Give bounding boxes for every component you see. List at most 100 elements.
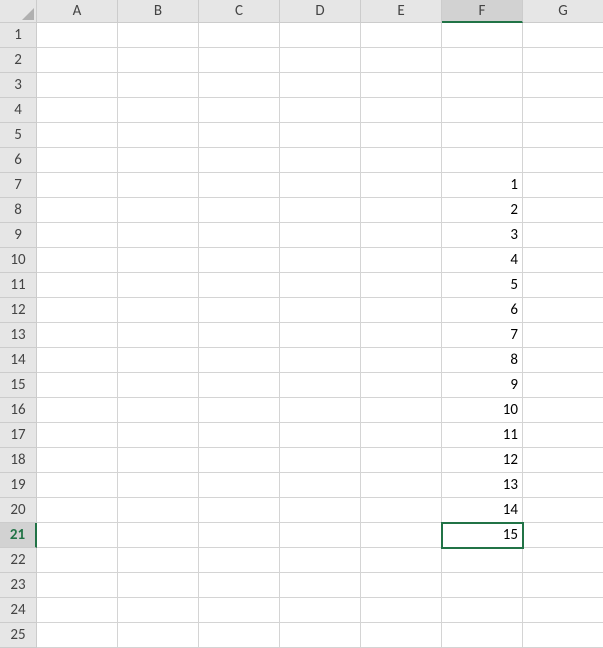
cell-B19[interactable] xyxy=(118,473,199,498)
cell-D7[interactable] xyxy=(280,173,361,198)
cell-D5[interactable] xyxy=(280,123,361,148)
cell-G17[interactable] xyxy=(523,423,603,448)
cell-E2[interactable] xyxy=(361,48,442,73)
cell-E1[interactable] xyxy=(361,23,442,48)
cell-A10[interactable] xyxy=(37,248,118,273)
row-header-17[interactable]: 17 xyxy=(0,423,37,448)
cell-B5[interactable] xyxy=(118,123,199,148)
cell-D18[interactable] xyxy=(280,448,361,473)
cell-F7[interactable]: 1 xyxy=(442,173,523,198)
cell-F25[interactable] xyxy=(442,623,523,648)
cell-D19[interactable] xyxy=(280,473,361,498)
row-header-12[interactable]: 12 xyxy=(0,298,37,323)
cell-G19[interactable] xyxy=(523,473,603,498)
cell-C25[interactable] xyxy=(199,623,280,648)
cell-B11[interactable] xyxy=(118,273,199,298)
cell-A8[interactable] xyxy=(37,198,118,223)
cell-D20[interactable] xyxy=(280,498,361,523)
cell-G7[interactable] xyxy=(523,173,603,198)
cell-A12[interactable] xyxy=(37,298,118,323)
cell-D8[interactable] xyxy=(280,198,361,223)
cell-B23[interactable] xyxy=(118,573,199,598)
row-header-14[interactable]: 14 xyxy=(0,348,37,373)
cell-C3[interactable] xyxy=(199,73,280,98)
cell-G22[interactable] xyxy=(523,548,603,573)
cell-F14[interactable]: 8 xyxy=(442,348,523,373)
cell-D24[interactable] xyxy=(280,598,361,623)
cell-F17[interactable]: 11 xyxy=(442,423,523,448)
cell-E11[interactable] xyxy=(361,273,442,298)
cell-E18[interactable] xyxy=(361,448,442,473)
cell-B12[interactable] xyxy=(118,298,199,323)
cell-G11[interactable] xyxy=(523,273,603,298)
cell-C2[interactable] xyxy=(199,48,280,73)
cell-G10[interactable] xyxy=(523,248,603,273)
column-header-A[interactable]: A xyxy=(37,0,118,23)
cell-E9[interactable] xyxy=(361,223,442,248)
row-header-6[interactable]: 6 xyxy=(0,148,37,173)
cell-F9[interactable]: 3 xyxy=(442,223,523,248)
row-header-18[interactable]: 18 xyxy=(0,448,37,473)
cell-C23[interactable] xyxy=(199,573,280,598)
row-header-15[interactable]: 15 xyxy=(0,373,37,398)
cell-D23[interactable] xyxy=(280,573,361,598)
cell-B6[interactable] xyxy=(118,148,199,173)
cell-G12[interactable] xyxy=(523,298,603,323)
cell-A4[interactable] xyxy=(37,98,118,123)
cell-A1[interactable] xyxy=(37,23,118,48)
cell-F11[interactable]: 5 xyxy=(442,273,523,298)
row-header-19[interactable]: 19 xyxy=(0,473,37,498)
cell-F24[interactable] xyxy=(442,598,523,623)
cell-C16[interactable] xyxy=(199,398,280,423)
cell-C9[interactable] xyxy=(199,223,280,248)
cell-C17[interactable] xyxy=(199,423,280,448)
row-header-16[interactable]: 16 xyxy=(0,398,37,423)
select-all-corner[interactable] xyxy=(0,0,37,23)
cell-G24[interactable] xyxy=(523,598,603,623)
cell-G5[interactable] xyxy=(523,123,603,148)
column-header-D[interactable]: D xyxy=(280,0,361,23)
cell-D21[interactable] xyxy=(280,523,361,548)
cell-A18[interactable] xyxy=(37,448,118,473)
cell-G9[interactable] xyxy=(523,223,603,248)
cell-G21[interactable] xyxy=(523,523,603,548)
cell-G18[interactable] xyxy=(523,448,603,473)
cell-A14[interactable] xyxy=(37,348,118,373)
cell-B7[interactable] xyxy=(118,173,199,198)
cell-E4[interactable] xyxy=(361,98,442,123)
cell-A19[interactable] xyxy=(37,473,118,498)
column-header-C[interactable]: C xyxy=(199,0,280,23)
cell-E10[interactable] xyxy=(361,248,442,273)
cell-E14[interactable] xyxy=(361,348,442,373)
cell-F3[interactable] xyxy=(442,73,523,98)
cell-F12[interactable]: 6 xyxy=(442,298,523,323)
cell-D1[interactable] xyxy=(280,23,361,48)
cell-C19[interactable] xyxy=(199,473,280,498)
cell-E17[interactable] xyxy=(361,423,442,448)
cell-G1[interactable] xyxy=(523,23,603,48)
cell-C12[interactable] xyxy=(199,298,280,323)
cell-D10[interactable] xyxy=(280,248,361,273)
cell-E16[interactable] xyxy=(361,398,442,423)
cell-F13[interactable]: 7 xyxy=(442,323,523,348)
cell-E25[interactable] xyxy=(361,623,442,648)
cell-A23[interactable] xyxy=(37,573,118,598)
cell-A6[interactable] xyxy=(37,148,118,173)
cell-F8[interactable]: 2 xyxy=(442,198,523,223)
cell-C5[interactable] xyxy=(199,123,280,148)
cell-A22[interactable] xyxy=(37,548,118,573)
cell-D13[interactable] xyxy=(280,323,361,348)
cell-C22[interactable] xyxy=(199,548,280,573)
row-header-1[interactable]: 1 xyxy=(0,23,37,48)
cell-D2[interactable] xyxy=(280,48,361,73)
cell-C21[interactable] xyxy=(199,523,280,548)
cell-F6[interactable] xyxy=(442,148,523,173)
row-header-11[interactable]: 11 xyxy=(0,273,37,298)
cell-G15[interactable] xyxy=(523,373,603,398)
cell-F22[interactable] xyxy=(442,548,523,573)
cell-A13[interactable] xyxy=(37,323,118,348)
cell-B3[interactable] xyxy=(118,73,199,98)
row-header-7[interactable]: 7 xyxy=(0,173,37,198)
row-header-13[interactable]: 13 xyxy=(0,323,37,348)
cell-C4[interactable] xyxy=(199,98,280,123)
